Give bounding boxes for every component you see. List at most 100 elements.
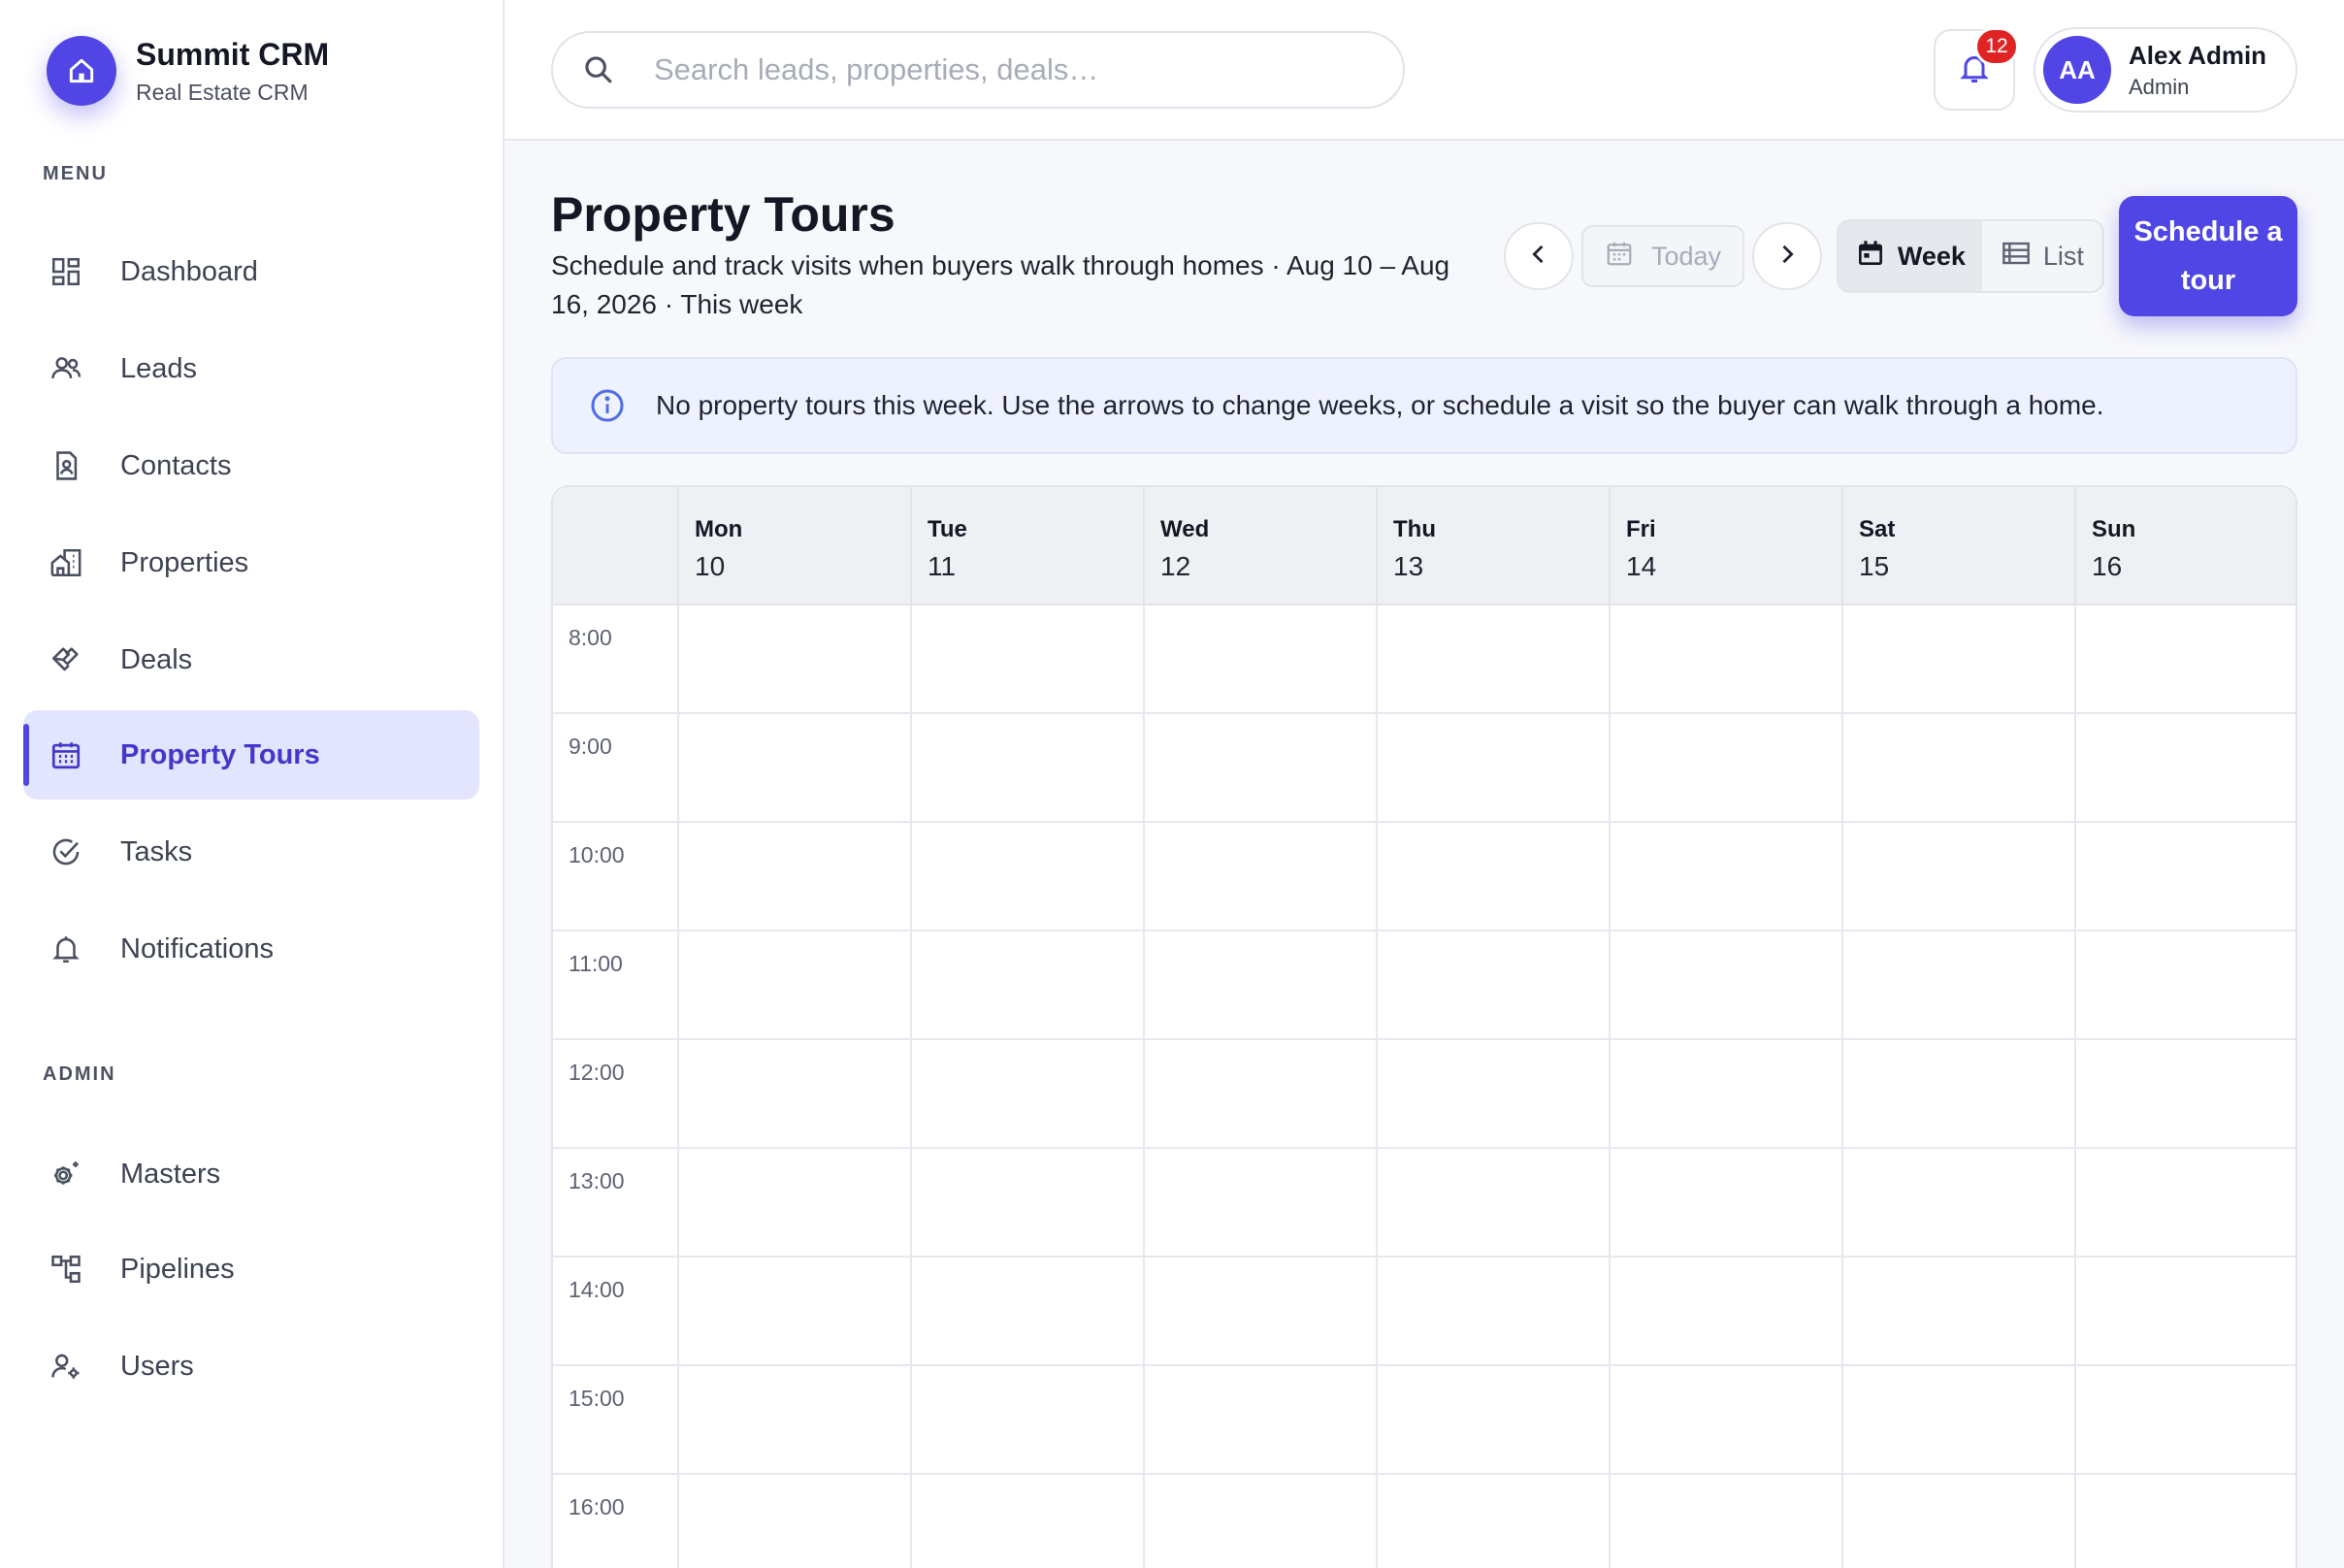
time-slot-row[interactable]: 15:00 xyxy=(553,1366,2295,1475)
chevron-left-icon xyxy=(1525,241,1552,273)
day-number: 15 xyxy=(1859,551,1890,581)
calendar-header: Mon 10 Tue 11 Wed 12 Thu 13 Fri 14 Sat 1… xyxy=(553,487,2295,605)
sidebar-item-property-tours[interactable]: Property Tours xyxy=(23,710,479,800)
brand[interactable]: Summit CRM Real Estate CRM xyxy=(47,35,329,106)
admin-section-label: ADMIN xyxy=(43,1063,116,1085)
topbar: 12 AA Alex Admin Admin xyxy=(505,0,2344,141)
user-role: Admin xyxy=(2129,74,2190,99)
info-message: No property tours this week. Use the arr… xyxy=(656,390,2104,420)
day-number: 16 xyxy=(2092,551,2123,581)
users-icon xyxy=(47,349,85,388)
day-header-fri: Fri 14 xyxy=(1609,487,1841,605)
week-label: Week xyxy=(1897,241,1966,271)
time-slot-row[interactable]: 16:00 xyxy=(553,1475,2295,1568)
user-menu[interactable]: AA Alex Admin Admin xyxy=(2034,27,2297,113)
contact-card-icon xyxy=(47,446,85,485)
sidebar-item-properties[interactable]: Properties xyxy=(23,518,479,607)
day-number: 13 xyxy=(1393,551,1424,581)
schedule-tour-button[interactable]: Schedule a tour xyxy=(2119,196,2297,316)
sidebar-item-label: Property Tours xyxy=(120,738,320,770)
week-view-button[interactable]: Week xyxy=(1839,221,1982,291)
pipeline-icon xyxy=(47,1250,85,1289)
handshake-icon xyxy=(47,640,85,679)
time-slot-row[interactable]: 12:00 xyxy=(553,1040,2295,1149)
list-label: List xyxy=(2042,241,2084,271)
hour-label: 16:00 xyxy=(569,1494,625,1519)
column-divider xyxy=(677,605,679,1568)
buildings-icon xyxy=(47,543,85,582)
hour-label: 9:00 xyxy=(569,734,612,759)
sidebar-item-dashboard[interactable]: Dashboard xyxy=(23,227,479,316)
chevron-right-icon xyxy=(1774,241,1801,273)
hour-label: 12:00 xyxy=(569,1060,625,1085)
time-slot-row[interactable]: 13:00 xyxy=(553,1149,2295,1258)
day-name: Tue xyxy=(928,516,967,542)
column-divider xyxy=(1143,605,1145,1568)
time-slot-row[interactable]: 14:00 xyxy=(553,1258,2295,1366)
hour-label: 8:00 xyxy=(569,625,612,650)
calendar-icon xyxy=(47,735,85,774)
sidebar-item-deals[interactable]: Deals xyxy=(23,615,479,704)
search-icon xyxy=(580,51,617,88)
sidebar-item-label: Deals xyxy=(120,643,193,675)
sidebar-item-label: Users xyxy=(120,1350,194,1382)
hour-label: 13:00 xyxy=(569,1168,625,1193)
info-icon xyxy=(588,386,627,425)
view-toggle: Week List xyxy=(1837,219,2104,293)
sidebar-item-masters[interactable]: Masters xyxy=(23,1129,479,1219)
dashboard-icon xyxy=(47,252,85,291)
hour-label: 15:00 xyxy=(569,1386,625,1411)
hour-label: 10:00 xyxy=(569,842,625,867)
sidebar-item-label: Notifications xyxy=(120,932,274,964)
day-name: Fri xyxy=(1626,516,1656,542)
avatar: AA xyxy=(2043,36,2111,104)
user-name: Alex Admin xyxy=(2129,40,2267,70)
day-number: 12 xyxy=(1160,551,1191,581)
day-header-thu: Thu 13 xyxy=(1376,487,1609,605)
sidebar-item-label: Masters xyxy=(120,1158,221,1190)
previous-week-button[interactable] xyxy=(1504,222,1574,290)
sidebar-item-leads[interactable]: Leads xyxy=(23,324,479,413)
sidebar-item-label: Dashboard xyxy=(120,255,258,287)
sidebar-item-pipelines[interactable]: Pipelines xyxy=(23,1225,479,1314)
check-circle-icon xyxy=(47,833,85,871)
column-divider xyxy=(910,605,912,1568)
day-header-tue: Tue 11 xyxy=(910,487,1143,605)
day-number: 11 xyxy=(928,551,957,581)
list-view-button[interactable]: List xyxy=(1982,221,2102,291)
search-bar[interactable] xyxy=(551,31,1405,109)
menu-section-label: MENU xyxy=(43,163,108,184)
column-divider xyxy=(1841,605,1843,1568)
user-settings-icon xyxy=(47,1347,85,1386)
sidebar-item-label: Contacts xyxy=(120,449,232,481)
notification-count-badge: 12 xyxy=(1974,27,2019,66)
sidebar-item-users[interactable]: Users xyxy=(23,1322,479,1411)
time-slot-row[interactable]: 9:00 xyxy=(553,714,2295,823)
sidebar-item-notifications[interactable]: Notifications xyxy=(23,904,479,994)
day-name: Thu xyxy=(1393,516,1436,542)
day-header-sun: Sun 16 xyxy=(2074,487,2295,605)
day-number: 10 xyxy=(695,551,726,581)
home-icon xyxy=(47,35,116,106)
today-button[interactable]: Today xyxy=(1581,225,1744,287)
time-slot-row[interactable]: 10:00 xyxy=(553,823,2295,931)
day-name: Sat xyxy=(1859,516,1896,542)
time-slot-row[interactable]: 11:00 xyxy=(553,931,2295,1040)
search-input[interactable] xyxy=(654,52,1352,87)
column-divider xyxy=(1609,605,1611,1568)
gear-sparkle-icon xyxy=(47,1155,85,1193)
list-icon xyxy=(2001,238,2032,276)
sidebar-item-label: Pipelines xyxy=(120,1253,235,1285)
calendar-icon xyxy=(1605,239,1634,275)
calendar-icon xyxy=(1855,238,1886,276)
brand-name: Summit CRM xyxy=(136,37,330,72)
time-slot-row[interactable]: 8:00 xyxy=(553,605,2295,714)
sidebar-item-contacts[interactable]: Contacts xyxy=(23,421,479,510)
page-title: Property Tours xyxy=(551,187,895,242)
next-week-button[interactable] xyxy=(1752,222,1822,290)
week-calendar: Mon 10 Tue 11 Wed 12 Thu 13 Fri 14 Sat 1… xyxy=(551,485,2297,1568)
sidebar-item-tasks[interactable]: Tasks xyxy=(23,807,479,897)
hour-label: 11:00 xyxy=(569,951,623,976)
day-header-mon: Mon 10 xyxy=(677,487,910,605)
day-name: Mon xyxy=(695,516,743,542)
